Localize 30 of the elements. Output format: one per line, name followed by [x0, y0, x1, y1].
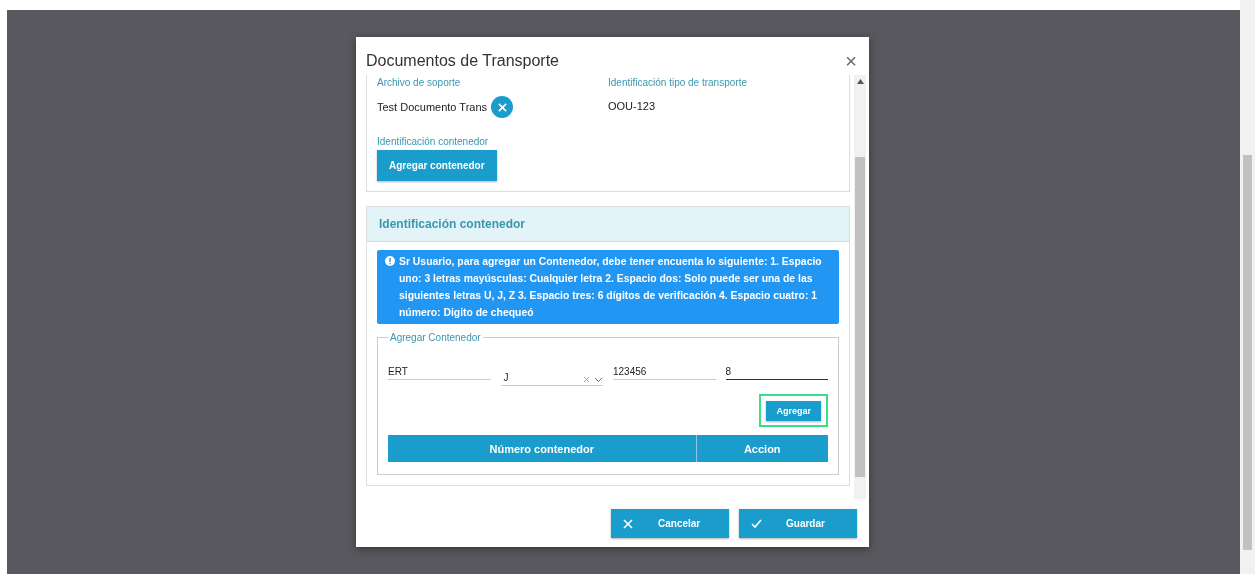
close-icon	[497, 102, 507, 112]
fieldset-legend: Agregar Contenedor	[388, 332, 483, 343]
check-icon	[751, 518, 762, 529]
info-icon	[385, 256, 395, 266]
scroll-up-icon[interactable]	[856, 79, 864, 84]
page-scrollbar[interactable]	[1240, 0, 1255, 574]
column-header: Número contenedor	[388, 435, 696, 462]
chevron-down-icon[interactable]	[594, 377, 603, 383]
file-name: Test Documento Trans	[377, 101, 488, 113]
add-button[interactable]: Agregar	[766, 401, 821, 421]
panel-title: Identificación contenedor	[367, 207, 849, 242]
input-field[interactable]: 123456	[613, 359, 716, 380]
close-icon	[623, 518, 634, 529]
save-button[interactable]: Guardar	[739, 509, 857, 538]
cancel-button[interactable]: Cancelar	[611, 509, 729, 538]
select-field[interactable]: J	[500, 359, 603, 386]
field-label: Identificación tipo de transporte	[608, 77, 748, 88]
remove-file-button[interactable]	[491, 96, 514, 118]
input-field[interactable]: 8	[725, 359, 828, 380]
input-field[interactable]: ERT	[388, 359, 491, 380]
column-header: Accion	[696, 435, 828, 462]
close-button[interactable]: ×	[845, 49, 857, 73]
field-label: Archivo de soporte	[377, 77, 462, 88]
add-container-button[interactable]: Agregar contenedor	[377, 150, 497, 181]
transport-id: OOU-123	[608, 100, 656, 112]
dialog-title: Documentos de Transporte	[366, 52, 559, 70]
info-alert: Sr Usuario, para agregar un Contenedor, debe tener encuenta lo siguiente: 1. Espacio uno: 3 letras mayúsculas: Cualquier letra 2. Espacio dos: Solo puede ser una de las siguientes letras U, J, Z 3. Espacio tres: 6 dígitos de verificación 4. Espacio cuatro: 1 número: Digito de chequeó	[377, 250, 839, 324]
field-label: Identificación contenedor	[377, 136, 490, 147]
scrollbar[interactable]	[854, 75, 866, 499]
clear-icon[interactable]	[583, 376, 590, 383]
